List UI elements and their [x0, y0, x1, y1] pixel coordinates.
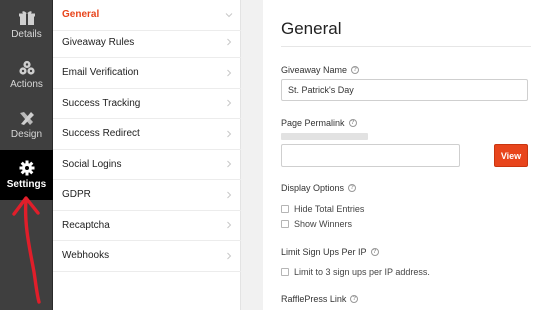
rail-item-actions[interactable]: Actions: [0, 50, 53, 100]
menu-item-success-redirect[interactable]: Success Redirect: [53, 119, 241, 150]
field-label-text: Display Options: [281, 183, 345, 193]
option-label: Limit to 3 sign ups per IP address.: [294, 267, 430, 277]
limit-signups-checkbox[interactable]: [281, 268, 289, 276]
menu-item-gdpr[interactable]: GDPR: [53, 180, 241, 211]
menu-item-label: General: [62, 9, 100, 21]
help-icon[interactable]: ?: [370, 248, 379, 256]
chevron-down-icon: [225, 12, 233, 17]
menu-item-success-tracking[interactable]: Success Tracking: [53, 89, 241, 119]
rail-item-details[interactable]: Details: [0, 0, 53, 50]
chevron-right-icon: [227, 69, 232, 77]
help-icon[interactable]: ?: [348, 184, 357, 192]
chevron-right-icon: [227, 99, 232, 107]
option-label: Hide Total Entries: [294, 204, 365, 214]
help-icon[interactable]: ?: [348, 119, 357, 127]
general-settings-panel: General Giveaway Name ? St. Patrick's Da…: [263, 0, 559, 310]
rail-label: Actions: [10, 79, 43, 90]
limit-signups-option[interactable]: Limit to 3 sign ups per IP address.: [281, 267, 430, 277]
actions-icon: [18, 60, 35, 75]
chevron-right-icon: [227, 38, 232, 46]
help-icon[interactable]: ?: [351, 66, 360, 74]
menu-item-webhooks[interactable]: Webhooks: [53, 241, 241, 272]
limit-signups-label: Limit Sign Ups Per IP ?: [281, 247, 379, 257]
show-winners-option[interactable]: Show Winners: [281, 219, 352, 229]
page-permalink-label: Page Permalink ?: [281, 118, 357, 128]
chevron-right-icon: [227, 191, 232, 199]
page-permalink-input[interactable]: [281, 144, 460, 167]
design-icon: [19, 112, 34, 125]
menu-item-label: GDPR: [62, 189, 91, 201]
chevron-right-icon: [227, 130, 232, 138]
giveaway-name-input[interactable]: St. Patrick's Day: [281, 79, 528, 101]
menu-item-label: Recaptcha: [62, 219, 110, 231]
show-winners-checkbox[interactable]: [281, 220, 289, 228]
menu-item-email-verification[interactable]: Email Verification: [53, 58, 241, 89]
menu-item-giveaway-rules[interactable]: Giveaway Rules: [53, 28, 241, 58]
menu-item-social-logins[interactable]: Social Logins: [53, 150, 241, 180]
view-button[interactable]: View: [494, 144, 528, 167]
field-label-text: Limit Sign Ups Per IP: [281, 247, 367, 257]
permalink-url-redacted: [281, 133, 368, 140]
menu-item-recaptcha[interactable]: Recaptcha: [53, 211, 241, 241]
field-label-text: RafflePress Link: [281, 294, 347, 304]
chevron-right-icon: [227, 160, 232, 168]
rail-item-design[interactable]: Design: [0, 100, 53, 150]
menu-item-label: Email Verification: [62, 67, 139, 79]
field-label-text: Page Permalink: [281, 118, 345, 128]
icon-rail: Details Actions Design Settings: [0, 0, 53, 310]
help-icon[interactable]: ?: [350, 295, 359, 303]
menu-item-label: Success Redirect: [62, 128, 140, 140]
menu-item-label: Social Logins: [62, 158, 122, 170]
rail-label: Settings: [6, 179, 47, 190]
hide-total-entries-option[interactable]: Hide Total Entries: [281, 204, 364, 214]
display-options-label: Display Options ?: [281, 183, 357, 193]
giveaway-name-label: Giveaway Name ?: [281, 65, 360, 75]
settings-menu: General Giveaway Rules Email Verificatio…: [53, 0, 241, 310]
menu-item-label: Giveaway Rules: [62, 36, 135, 48]
menu-item-label: Webhooks: [62, 250, 110, 262]
option-label: Show Winners: [294, 219, 353, 229]
title-divider: [281, 46, 531, 47]
rail-label: Design: [10, 129, 43, 140]
menu-item-label: Success Tracking: [62, 97, 141, 109]
rail-item-settings[interactable]: Settings: [0, 150, 53, 200]
rafflepress-link-label: RafflePress Link ?: [281, 294, 359, 304]
field-label-text: Giveaway Name: [281, 65, 348, 75]
page-title: General: [281, 19, 342, 38]
chevron-right-icon: [227, 252, 232, 260]
hide-total-entries-checkbox[interactable]: [281, 205, 289, 213]
chevron-right-icon: [227, 221, 232, 229]
giveaway-name-value: St. Patrick's Day: [288, 85, 354, 95]
rail-label: Details: [11, 29, 42, 40]
gear-icon: [19, 160, 34, 176]
panel-gutter: [241, 0, 263, 310]
menu-item-general[interactable]: General: [53, 0, 241, 31]
gift-icon: [18, 11, 35, 25]
